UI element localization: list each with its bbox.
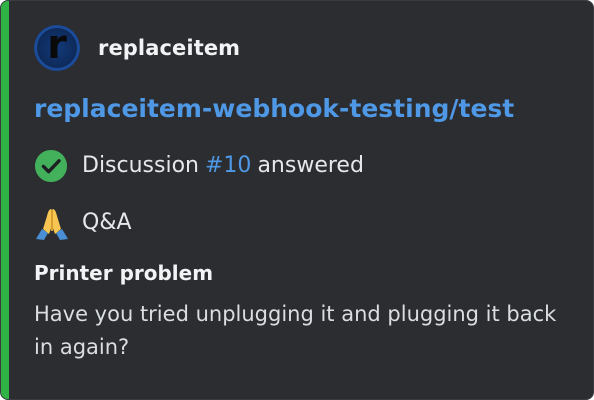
- check-circle-icon: [34, 149, 68, 183]
- status-prefix: Discussion: [82, 153, 199, 178]
- embed-accent-bar: [1, 1, 9, 399]
- embed-title-link[interactable]: replaceitem-webhook-testing/test: [34, 92, 514, 126]
- webhook-embed: r replaceitem replaceitem-webhook-testin…: [0, 0, 594, 400]
- status-suffix: answered: [257, 153, 364, 178]
- thread-body: Have you tried unplugging it and pluggin…: [34, 302, 557, 359]
- discussion-number-link[interactable]: #10: [205, 151, 251, 181]
- category-line: Q&A: [34, 205, 132, 241]
- embed-author: r replaceitem: [34, 25, 240, 71]
- avatar[interactable]: r: [34, 25, 80, 71]
- author-name[interactable]: replaceitem: [98, 36, 240, 60]
- thread-title: Printer problem: [34, 261, 214, 285]
- status-line: Discussion #10 answered: [34, 149, 364, 183]
- folded-hands-icon: [36, 209, 68, 240]
- category-label: Q&A: [82, 210, 132, 235]
- avatar-letter: r: [47, 25, 67, 68]
